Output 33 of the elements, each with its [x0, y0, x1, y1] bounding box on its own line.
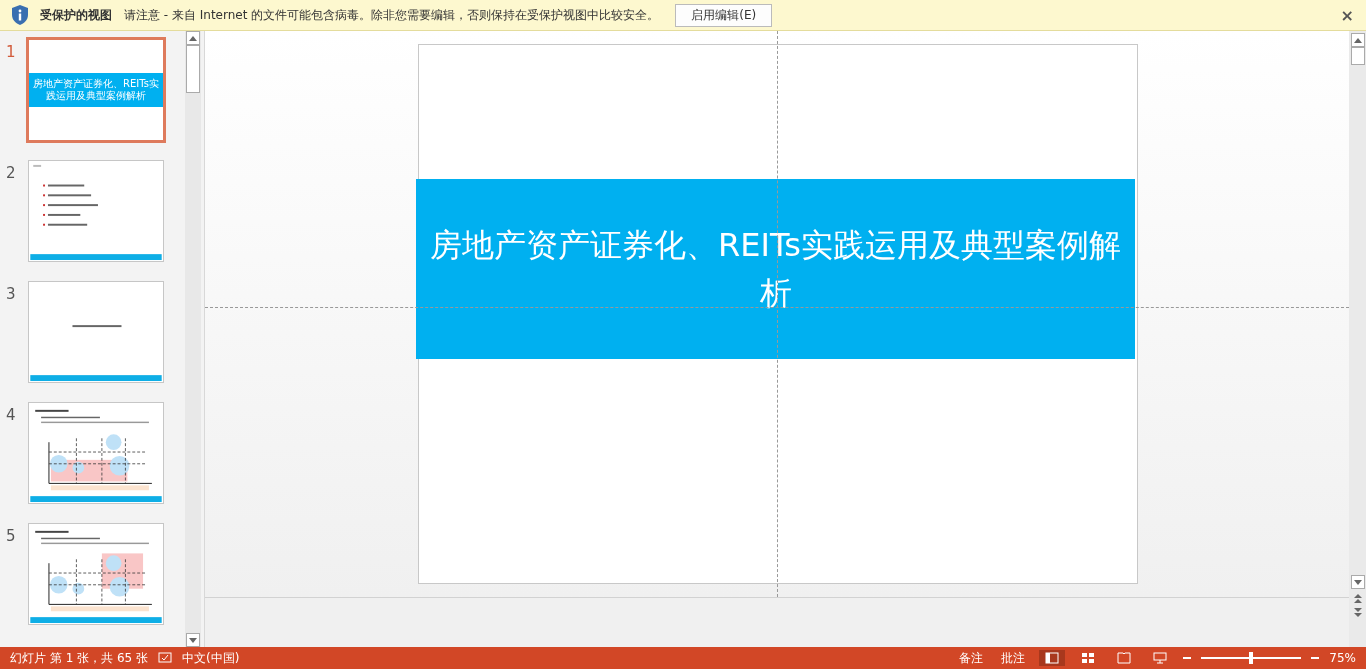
slide-number: 3	[5, 284, 17, 303]
slide-number: 4	[5, 405, 17, 424]
slide-thumbnail[interactable]	[28, 281, 164, 383]
scroll-down-button[interactable]	[1350, 575, 1365, 589]
enable-editing-button[interactable]: 启用编辑(E)	[675, 3, 773, 27]
slide-thumbnail[interactable]	[28, 402, 164, 504]
slide-number: 2	[5, 163, 17, 182]
spell-check-icon[interactable]	[158, 652, 172, 664]
bar-title: 受保护的视图	[40, 6, 112, 24]
language-label[interactable]: 中文(中国)	[182, 649, 240, 667]
bar-message: 请注意 - 来自 Internet 的文件可能包含病毒。除非您需要编辑，否则保持在受保护视图中比较安全。	[124, 6, 660, 24]
scroll-down-button[interactable]	[186, 633, 200, 647]
slide-thumbnail[interactable]	[28, 523, 164, 625]
thumbnail-title: 房地产资产证券化、REITs实践运用及典型案例解析	[29, 73, 163, 107]
slide-thumbnail[interactable]: 房地产资产证券化、REITs实践运用及典型案例解析	[26, 37, 166, 143]
shield-info-icon	[10, 4, 30, 26]
zoom-slider-thumb[interactable]	[1249, 652, 1254, 664]
slide-count: 幻灯片 第 1 张，共 65 张	[10, 649, 148, 667]
next-slide-icon[interactable]	[1352, 607, 1363, 619]
scrollbar-thumb[interactable]	[1350, 47, 1365, 65]
scrollbar-thumb[interactable]	[186, 45, 200, 93]
zoom-percent[interactable]: 75%	[1329, 651, 1356, 665]
notes-button[interactable]: 备注	[955, 649, 988, 667]
normal-view-icon[interactable]	[1039, 650, 1066, 666]
slide-title: 房地产资产证券化、REITs实践运用及典型案例解析	[416, 179, 1135, 359]
slide-number: 5	[5, 526, 17, 545]
slide-thumbnail[interactable]	[28, 160, 164, 262]
close-button[interactable]: ×	[1338, 5, 1356, 25]
scroll-up-button[interactable]	[186, 31, 200, 45]
comments-button[interactable]: 批注	[997, 649, 1030, 667]
scroll-up-button[interactable]	[1350, 33, 1365, 47]
previous-slide-icon[interactable]	[1352, 592, 1363, 604]
slide-number: 1	[5, 42, 17, 61]
